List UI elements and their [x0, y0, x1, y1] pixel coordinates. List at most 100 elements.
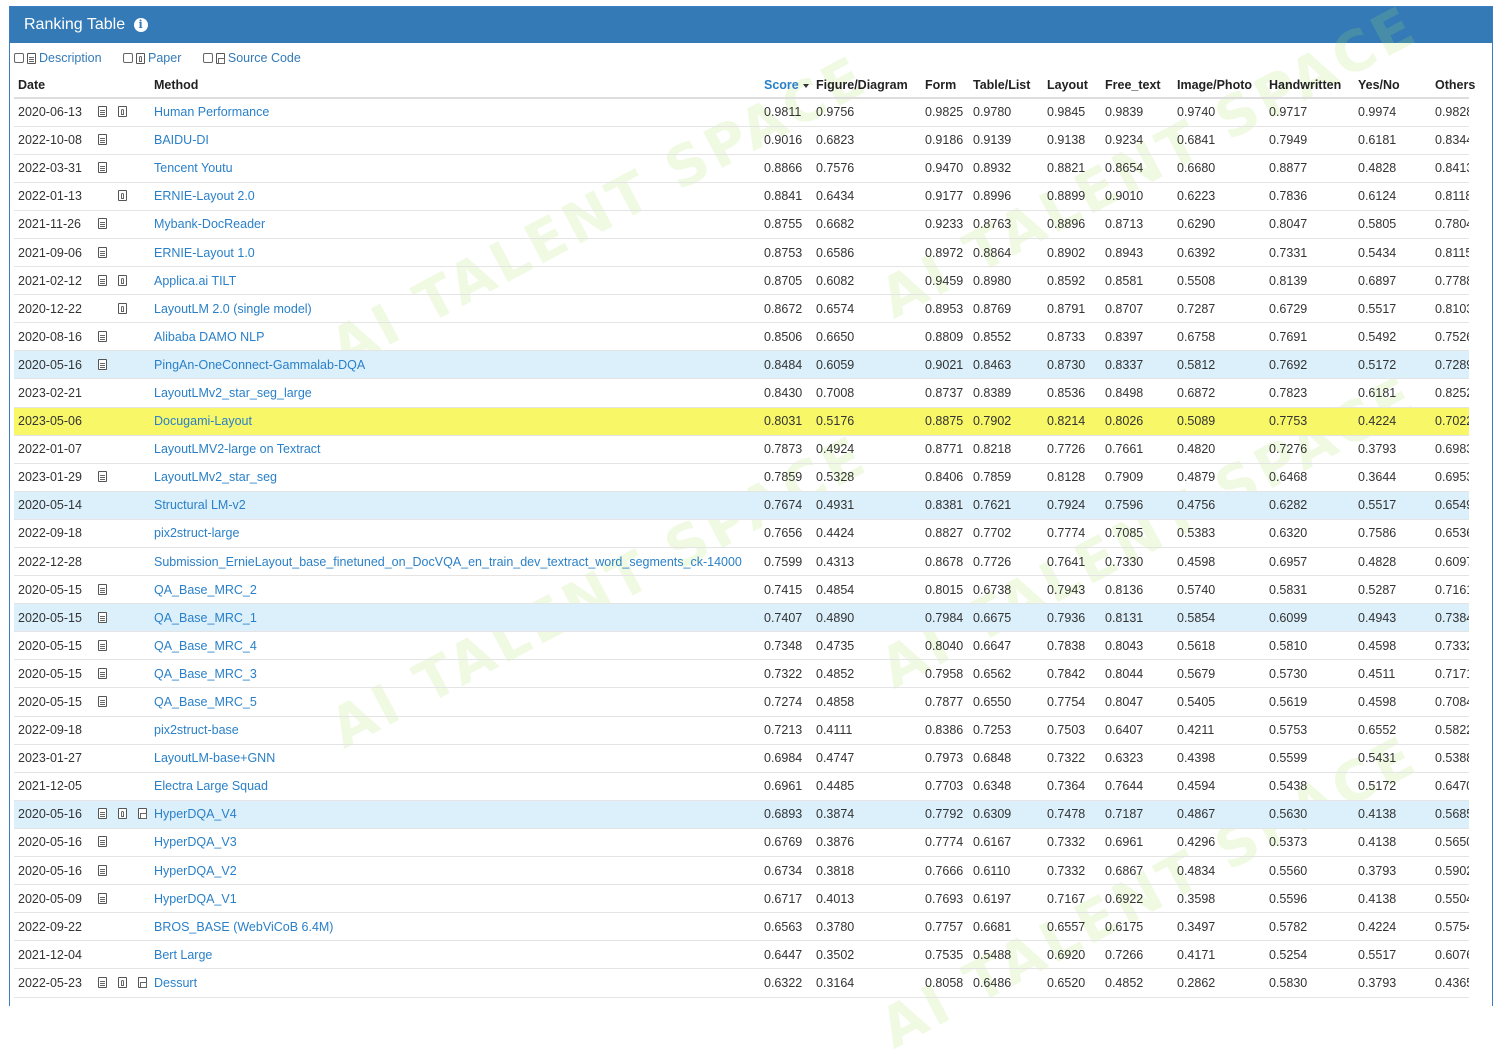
icon-slot — [96, 470, 116, 484]
pdf-icon[interactable] — [118, 106, 127, 118]
method-link[interactable]: Submission_ErnieLayout_base_finetuned_on… — [150, 547, 760, 577]
method-link[interactable]: Tencent Youtu — [150, 154, 760, 183]
method-link[interactable]: QA_Base_MRC_1 — [150, 603, 760, 633]
col-header-layout[interactable]: Layout — [1043, 72, 1101, 99]
score-cell: 0.6681 — [969, 912, 1043, 942]
description-icon[interactable] — [98, 218, 107, 230]
col-header-score[interactable]: Score — [760, 72, 812, 99]
description-icon[interactable] — [98, 639, 107, 651]
score-cell: 0.7902 — [969, 407, 1043, 436]
pdf-icon[interactable] — [118, 190, 127, 202]
score-cell: 0.8592 — [1043, 266, 1101, 296]
description-icon[interactable] — [98, 611, 107, 623]
description-icon[interactable] — [98, 274, 107, 286]
method-link[interactable]: Human Performance — [150, 98, 760, 127]
description-icon[interactable] — [98, 246, 107, 258]
method-link[interactable]: ERNIE-Layout 2.0 — [150, 182, 760, 211]
col-header-others[interactable]: Others — [1431, 72, 1475, 99]
score-cell: 0.6953 — [1431, 463, 1469, 492]
pdf-icon[interactable] — [118, 976, 127, 988]
col-header-form[interactable]: Form — [921, 72, 969, 99]
score-cell: 0.6407 — [1101, 716, 1173, 745]
pdf-icon[interactable] — [118, 808, 127, 820]
col-header-method[interactable]: Method — [150, 72, 760, 99]
method-link[interactable]: Mybank-DocReader — [150, 210, 760, 239]
description-icon[interactable] — [98, 892, 107, 904]
method-link[interactable]: BROS_BASE (WebViCoB 6.4M) — [150, 912, 760, 942]
col-header-yes-no[interactable]: Yes/No — [1354, 72, 1431, 99]
score-cell: 0.6574 — [812, 294, 921, 324]
method-link[interactable]: ERNIE-Layout 1.0 — [150, 238, 760, 268]
col-header-figure-diagram[interactable]: Figure/Diagram — [812, 72, 921, 99]
description-icon[interactable] — [98, 976, 107, 988]
icon-slot — [96, 133, 116, 147]
description-icon[interactable] — [98, 471, 107, 483]
description-icon[interactable] — [98, 106, 107, 118]
score-cell: 0.7576 — [812, 154, 921, 183]
score-cell: 0.4834 — [1173, 856, 1265, 886]
table-row: 2020-05-16 HyperDQA_V2 0.6734 0.3818 0.7666 0… — [14, 856, 1469, 886]
description-icon[interactable] — [98, 864, 107, 876]
method-link[interactable]: Bert Large — [150, 940, 760, 970]
description-icon[interactable] — [98, 583, 107, 595]
method-link[interactable]: pix2struct-base — [150, 716, 760, 745]
score-cell: 0.2862 — [1173, 968, 1265, 998]
method-link[interactable]: HyperDQA_V3 — [150, 828, 760, 858]
method-link[interactable]: QA_Base_MRC_4 — [150, 631, 760, 661]
code-icon[interactable] — [138, 976, 147, 988]
checkbox[interactable] — [14, 53, 24, 63]
description-icon[interactable] — [98, 696, 107, 708]
description-icon[interactable] — [98, 667, 107, 679]
toggle-description[interactable]: Description — [14, 51, 102, 65]
toggle-paper[interactable]: Paper — [123, 51, 181, 65]
method-link[interactable]: LayoutLM-base+GNN — [150, 744, 760, 773]
method-link[interactable]: Docugami-Layout — [150, 407, 760, 436]
method-link[interactable]: HyperDQA_V2 — [150, 856, 760, 886]
method-link[interactable]: QA_Base_MRC_2 — [150, 575, 760, 605]
method-link[interactable]: Dessurt — [150, 968, 760, 998]
method-link[interactable]: HyperDQA_V1 — [150, 884, 760, 914]
description-icon[interactable] — [98, 836, 107, 848]
pdf-icon[interactable] — [118, 274, 127, 286]
score-cell: 0.3780 — [812, 912, 921, 942]
score-cell: 0.6322 — [760, 968, 812, 998]
description-icon[interactable] — [98, 358, 107, 370]
method-link[interactable]: LayoutLMv2_star_seg_large — [150, 378, 760, 408]
date-cell: 2022-09-18 — [14, 716, 150, 745]
toggle-source-code[interactable]: Source Code — [202, 51, 301, 65]
score-cell: 0.7792 — [921, 800, 969, 829]
method-link[interactable]: QA_Base_MRC_5 — [150, 687, 760, 717]
checkbox[interactable] — [202, 53, 213, 63]
method-link[interactable]: LayoutLMV2-large on Textract — [150, 435, 760, 464]
method-link[interactable]: Electra Large Squad — [150, 772, 760, 801]
code-icon[interactable] — [138, 808, 147, 820]
info-icon[interactable]: i — [133, 18, 148, 32]
col-header-date[interactable]: Date — [14, 72, 150, 99]
method-link[interactable]: Alibaba DAMO NLP — [150, 322, 760, 352]
score-cell: 0.7364 — [1043, 772, 1101, 801]
description-icon[interactable] — [98, 808, 107, 820]
method-link[interactable]: BAIDU-DI — [150, 126, 760, 155]
description-icon[interactable] — [98, 134, 107, 146]
date-text: 2020-06-13 — [18, 105, 82, 120]
score-cell: 0.7332 — [1043, 856, 1101, 886]
score-cell: 0.4171 — [1173, 940, 1265, 970]
description-icon[interactable] — [98, 162, 107, 174]
pdf-icon[interactable] — [118, 302, 127, 314]
method-link[interactable]: HyperDQA_V4 — [150, 800, 760, 829]
score-cell: 0.8672 — [760, 294, 812, 324]
col-header-free-text[interactable]: Free_text — [1101, 72, 1173, 99]
checkbox[interactable] — [123, 53, 134, 63]
description-icon[interactable] — [98, 330, 107, 342]
method-link[interactable]: PingAn-OneConnect-Gammalab-DQA — [150, 350, 760, 380]
method-link[interactable]: QA_Base_MRC_3 — [150, 659, 760, 689]
method-link[interactable]: LayoutLMv2_star_seg — [150, 463, 760, 492]
col-header-image-photo[interactable]: Image/Photo — [1173, 72, 1265, 99]
col-header-handwritten[interactable]: Handwritten — [1265, 72, 1354, 99]
method-link[interactable]: pix2struct-large — [150, 519, 760, 549]
score-cell: 0.8214 — [1043, 407, 1101, 436]
col-header-table-list[interactable]: Table/List — [969, 72, 1043, 99]
method-link[interactable]: Structural LM-v2 — [150, 491, 760, 520]
method-link[interactable]: LayoutLM 2.0 (single model) — [150, 294, 760, 324]
method-link[interactable]: Applica.ai TILT — [150, 266, 760, 296]
